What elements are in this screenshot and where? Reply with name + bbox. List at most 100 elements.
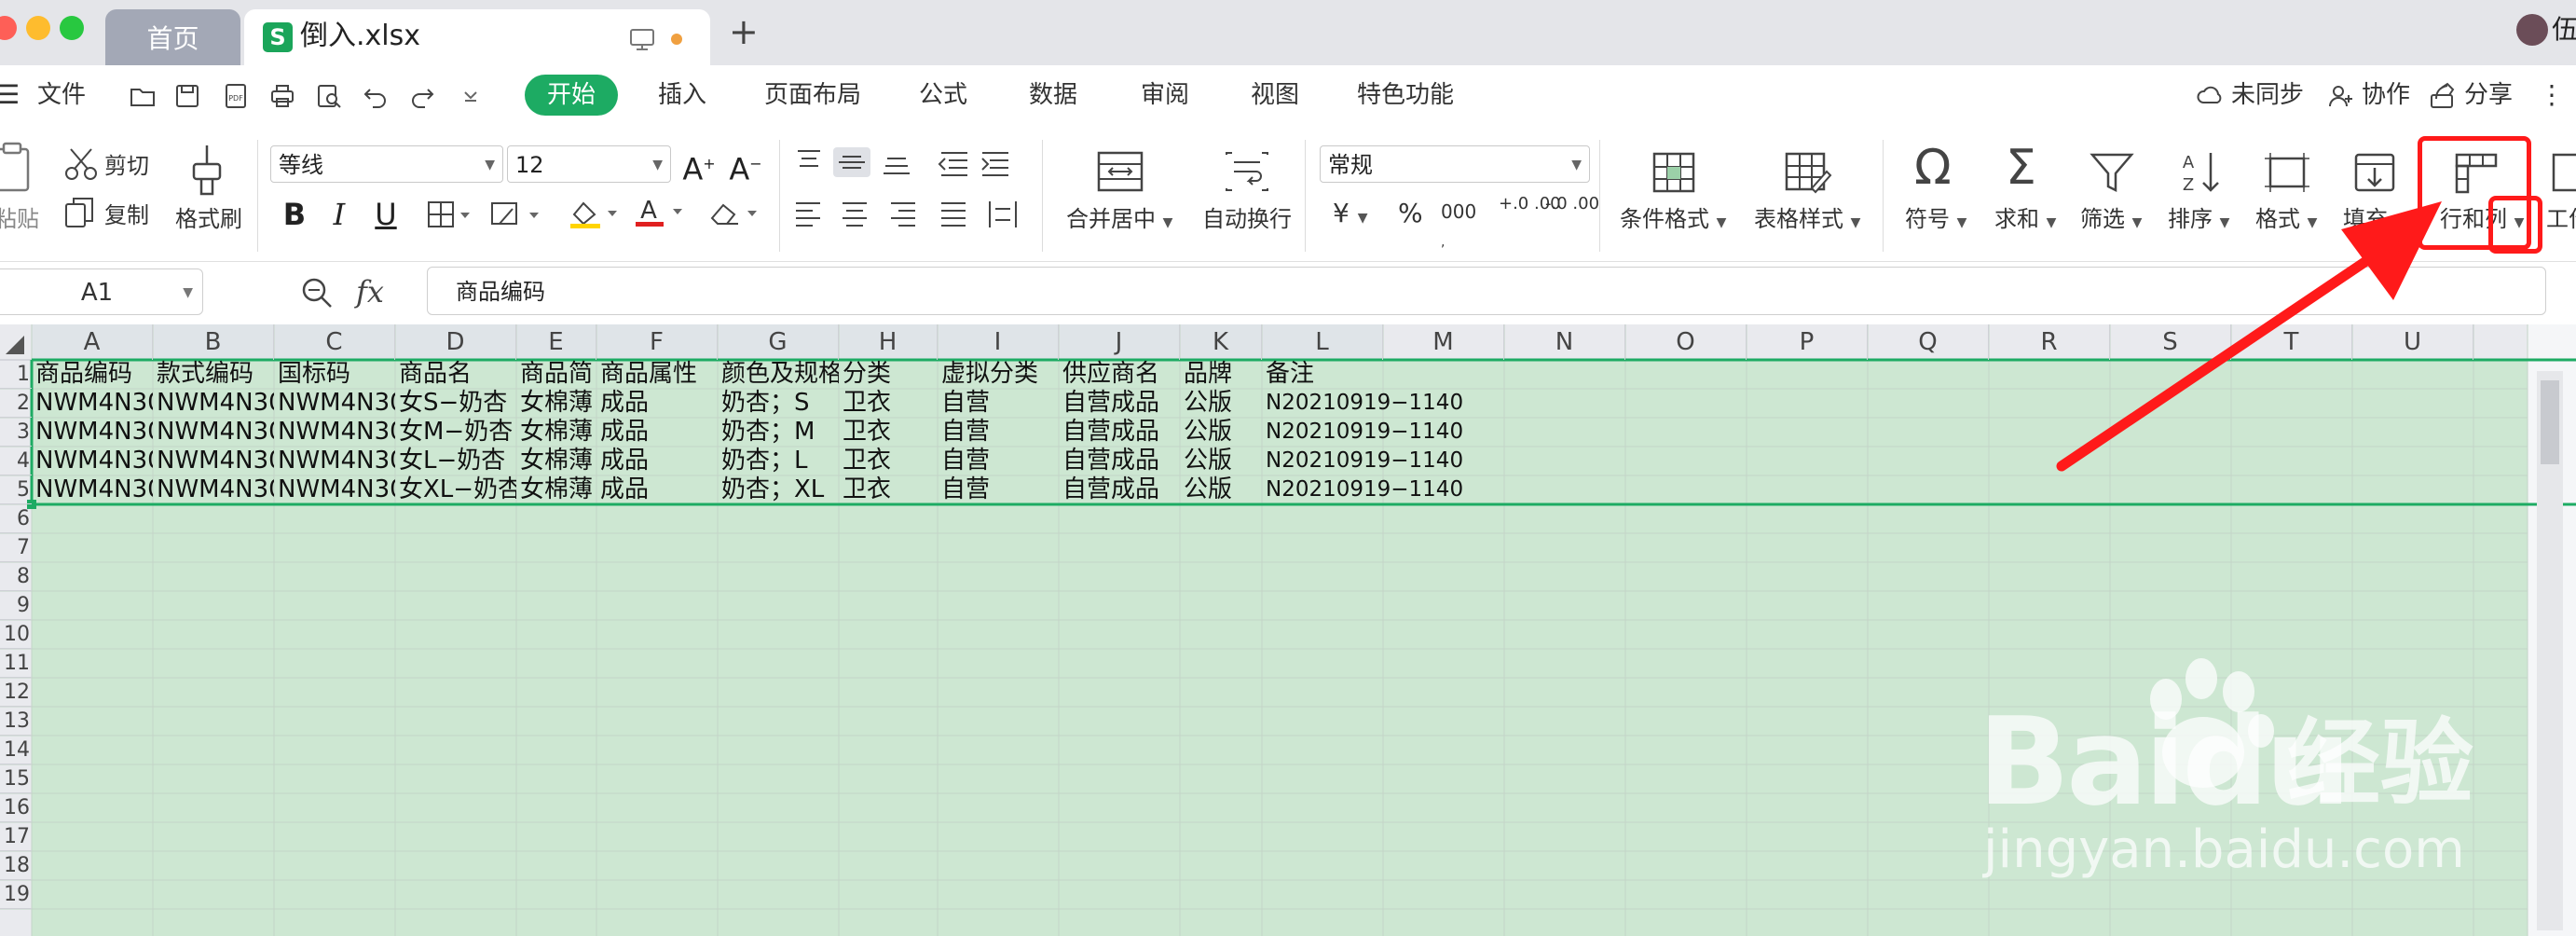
sync-status[interactable]: 未同步 (2231, 75, 2304, 116)
cell-d1[interactable]: 商品名 (399, 360, 516, 389)
format-painter-button[interactable]: 格式刷 (175, 205, 242, 233)
row-header-19[interactable]: 19 (0, 880, 32, 909)
column-header-q[interactable]: Q (1868, 324, 1989, 360)
cell-d3[interactable]: 女M−奶杏 (399, 418, 516, 447)
cell-c5[interactable]: NWM4N30 (278, 475, 395, 504)
quick-access-more-icon[interactable] (457, 82, 485, 110)
symbol-button[interactable]: 符号 ▼ (1905, 205, 1966, 237)
percent-button[interactable]: % (1398, 200, 1423, 227)
row-header-11[interactable]: 11 (0, 649, 32, 678)
cell-i5[interactable]: 自营 (941, 475, 1059, 504)
bold-button[interactable]: B (278, 198, 311, 231)
cell-d4[interactable]: 女L−奶杏 (399, 447, 516, 475)
cell-i4[interactable]: 自营 (941, 447, 1059, 475)
cell-g3[interactable]: 奶杏；M (721, 418, 839, 447)
undo-icon[interactable] (362, 82, 390, 110)
cell-a3[interactable]: NWM4N30 (35, 418, 153, 447)
cell-l1[interactable]: 备注 (1266, 360, 1638, 389)
monitor-icon[interactable] (628, 25, 656, 53)
close-window-button[interactable] (0, 16, 17, 40)
cell-e2[interactable]: 女棉薄 (520, 389, 596, 418)
redo-icon[interactable] (408, 82, 436, 110)
tab-home-ribbon[interactable]: 开始 (525, 75, 618, 116)
number-format-select[interactable]: 常规 ▼ (1320, 145, 1590, 183)
cell-c3[interactable]: NWM4N30 (278, 418, 395, 447)
conditional-format-button[interactable]: 条件格式 ▼ (1620, 205, 1726, 237)
row-header-16[interactable]: 16 (0, 793, 32, 822)
collaborate-icon[interactable] (2326, 82, 2354, 110)
column-header-p[interactable]: P (1747, 324, 1868, 360)
row-header-14[interactable]: 14 (0, 736, 32, 764)
column-header-a[interactable]: A (32, 324, 153, 360)
column-header-k[interactable]: K (1180, 324, 1262, 360)
fill-color-icon[interactable] (569, 198, 623, 229)
share-icon[interactable] (2429, 82, 2457, 110)
cell-k1[interactable]: 品牌 (1184, 360, 1262, 389)
merge-center-button[interactable]: 合并居中 ▼ (1066, 205, 1172, 237)
cell-c1[interactable]: 国标码 (278, 360, 395, 389)
export-pdf-icon[interactable]: PDF (222, 82, 250, 110)
cell-a4[interactable]: NWM4N30 (35, 447, 153, 475)
cell-f2[interactable]: 成品 (600, 389, 718, 418)
column-header-g[interactable]: G (718, 324, 839, 360)
cell-g1[interactable]: 颜色及规格 (721, 360, 839, 389)
row-header-6[interactable]: 6 (0, 504, 32, 533)
cell-style-icon[interactable] (490, 200, 542, 229)
decrease-decimal-button[interactable]: -.0 .00 (1545, 196, 1599, 213)
cell-j4[interactable]: 自营成品 (1062, 447, 1180, 475)
cloud-sync-icon[interactable] (2196, 82, 2224, 110)
cell-b4[interactable]: NWM4N30 (157, 447, 274, 475)
row-header-10[interactable]: 10 (0, 620, 32, 649)
tab-formulas[interactable]: 公式 (919, 75, 967, 116)
cell-f4[interactable]: 成品 (600, 447, 718, 475)
cell-l3[interactable]: N20210919−1140 (1266, 418, 1638, 447)
column-header-i[interactable]: I (938, 324, 1059, 360)
cell-k2[interactable]: 公版 (1184, 389, 1262, 418)
cell-i2[interactable]: 自营 (941, 389, 1059, 418)
wrap-text-button[interactable]: 自动换行 (1202, 205, 1292, 233)
row-header-17[interactable]: 17 (0, 822, 32, 851)
column-header-e[interactable]: E (516, 324, 596, 360)
cell-e5[interactable]: 女棉薄 (520, 475, 596, 504)
font-color-icon[interactable]: A (634, 196, 690, 229)
name-box[interactable]: A1 ▼ (0, 268, 203, 315)
cell-l2[interactable]: N20210919−1140 (1266, 389, 1638, 418)
cell-b2[interactable]: NWM4N30 (157, 389, 274, 418)
tab-review[interactable]: 审阅 (1141, 75, 1189, 116)
cell-c4[interactable]: NWM4N30 (278, 447, 395, 475)
row-header-1[interactable]: 1 (0, 360, 32, 389)
font-name-select[interactable]: 等线 ▼ (270, 145, 503, 183)
menu-file[interactable]: 文件 (37, 75, 86, 116)
minimize-window-button[interactable] (26, 16, 50, 40)
print-icon[interactable] (268, 82, 296, 110)
cell-e3[interactable]: 女棉薄 (520, 418, 596, 447)
horizontal-align-icons[interactable] (792, 198, 1025, 231)
zoom-search-icon[interactable] (300, 276, 334, 310)
cell-b5[interactable]: NWM4N30 (157, 475, 274, 504)
worksheet-button[interactable]: 工作 (2546, 205, 2576, 233)
font-size-select[interactable]: 12 ▼ (507, 145, 671, 183)
cell-h2[interactable]: 卫衣 (843, 389, 938, 418)
cell-f3[interactable]: 成品 (600, 418, 718, 447)
cell-k4[interactable]: 公版 (1184, 447, 1262, 475)
column-header-h[interactable]: H (839, 324, 938, 360)
row-header-12[interactable]: 12 (0, 678, 32, 707)
row-header-2[interactable]: 2 (0, 389, 32, 418)
column-header-b[interactable]: B (153, 324, 274, 360)
insert-function-button[interactable]: fx (356, 268, 384, 315)
tab-page-layout[interactable]: 页面布局 (764, 75, 861, 116)
cell-j1[interactable]: 供应商名 (1062, 360, 1180, 389)
paste-icon[interactable] (0, 142, 39, 194)
cell-j3[interactable]: 自营成品 (1062, 418, 1180, 447)
column-header-c[interactable]: C (274, 324, 395, 360)
paste-button[interactable]: 粘贴 (0, 205, 39, 233)
tab-view[interactable]: 视图 (1251, 75, 1299, 116)
row-header-8[interactable]: 8 (0, 562, 32, 591)
hamburger-icon[interactable]: ☰ (0, 75, 20, 116)
cell-a2[interactable]: NWM4N30 (35, 389, 153, 418)
currency-button[interactable]: ¥ ▼ (1333, 200, 1368, 232)
share-button[interactable]: 分享 (2464, 75, 2513, 116)
cell-h3[interactable]: 卫衣 (843, 418, 938, 447)
cell-h4[interactable]: 卫衣 (843, 447, 938, 475)
cell-a5[interactable]: NWM4N30 (35, 475, 153, 504)
